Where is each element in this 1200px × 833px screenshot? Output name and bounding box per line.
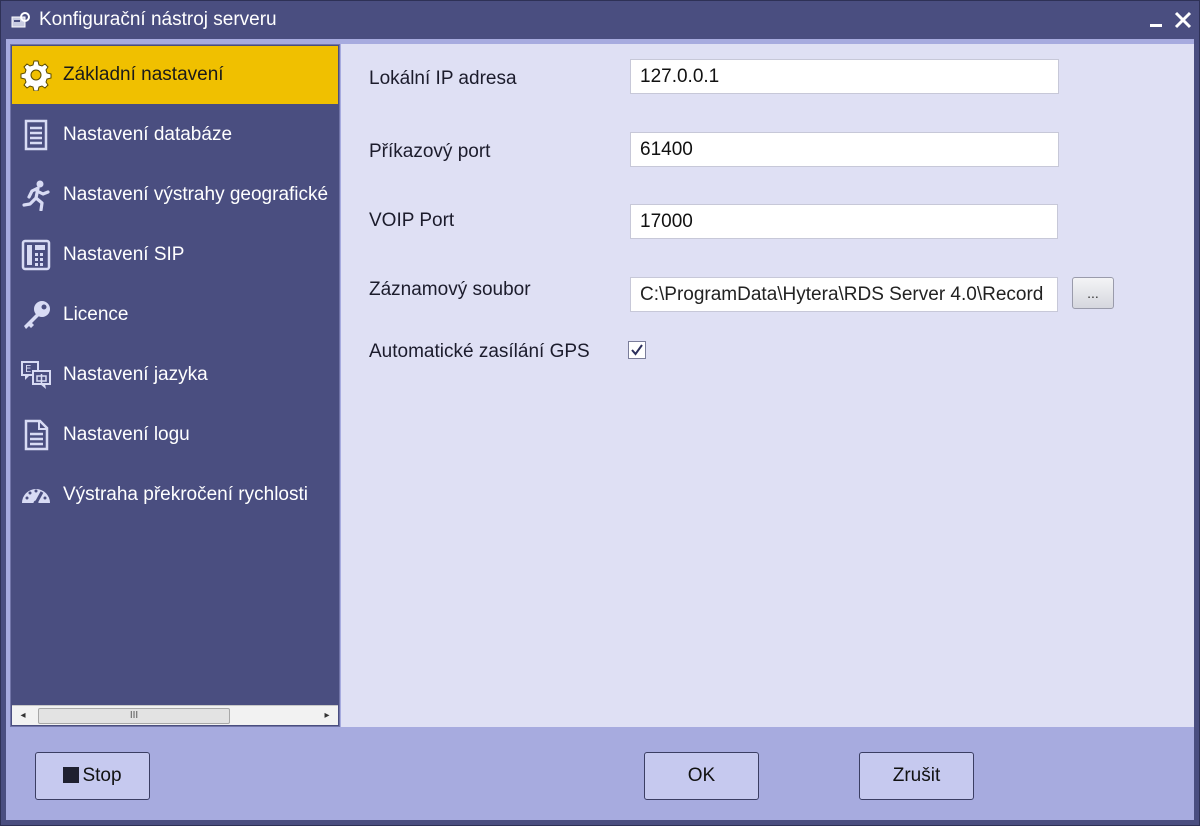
language-icon: E [21, 361, 51, 389]
stop-icon [63, 767, 80, 783]
sidebar-item-log-settings[interactable]: Nastavení logu [12, 406, 338, 464]
minimize-icon [1150, 24, 1162, 27]
window-body: Základní nastavení Nastavení databáze Na… [6, 39, 1194, 820]
config-window: Konfigurační nástroj serveru Základní na… [0, 0, 1200, 826]
checkmark-icon [631, 344, 643, 356]
database-icon [24, 119, 48, 151]
scrollbar-thumb[interactable]: III [38, 708, 230, 724]
sidebar-item-label: Licence [63, 304, 129, 325]
close-icon [1174, 11, 1192, 29]
auto-gps-label: Automatické zasílání GPS [369, 341, 590, 362]
browse-button[interactable]: ... [1072, 277, 1114, 309]
sidebar-item-label: Nastavení databáze [63, 124, 233, 145]
record-file-label: Záznamový soubor [369, 279, 531, 300]
cancel-button[interactable]: Zrušit [859, 752, 974, 800]
sidebar-item-language-settings[interactable]: E Nastavení jazyka [12, 346, 338, 404]
settings-panel: Lokální IP adresa Příkazový port VOIP Po… [341, 44, 1194, 727]
scroll-right-icon[interactable]: ▸ [316, 706, 338, 726]
svg-text:E: E [25, 364, 31, 375]
sidebar-item-database-settings[interactable]: Nastavení databáze [12, 106, 338, 164]
sidebar-item-label: Nastavení logu [63, 424, 190, 445]
settings-sidebar: Základní nastavení Nastavení databáze Na… [10, 44, 340, 727]
command-port-input[interactable] [630, 132, 1059, 167]
scroll-left-icon[interactable]: ◂ [12, 706, 34, 726]
voip-port-label: VOIP Port [369, 210, 455, 231]
speedometer-icon [22, 489, 50, 506]
stop-button[interactable]: Stop [35, 752, 150, 800]
close-button[interactable] [1171, 7, 1195, 33]
record-file-path[interactable]: C:\ProgramData\Hytera\RDS Server 4.0\Rec… [630, 277, 1058, 312]
local-ip-input[interactable] [630, 59, 1059, 94]
voip-port-input[interactable] [630, 204, 1058, 239]
key-icon [24, 301, 50, 329]
sidebar-item-sip-settings[interactable]: Nastavení SIP [12, 226, 338, 284]
sidebar-item-label: Základní nastavení [63, 64, 224, 85]
sidebar-horizontal-scrollbar[interactable]: ◂ III ▸ [12, 705, 338, 725]
sidebar-item-label: Nastavení výstrahy geografické [63, 184, 329, 205]
sidebar-item-geofence-alert[interactable]: Nastavení výstrahy geografické [12, 166, 338, 224]
gear-icon [20, 60, 52, 91]
stop-button-label: Stop [82, 765, 122, 786]
ok-button[interactable]: OK [644, 752, 759, 800]
title-bar: Konfigurační nástroj serveru [1, 1, 1199, 39]
document-icon [24, 419, 49, 451]
app-tools-icon [11, 12, 30, 28]
window-title: Konfigurační nástroj serveru [39, 9, 277, 30]
sidebar-item-license[interactable]: Licence [12, 286, 338, 344]
running-person-icon [22, 180, 50, 211]
sidebar-item-label: Nastavení jazyka [63, 364, 208, 385]
phone-icon [21, 239, 51, 271]
local-ip-label: Lokální IP adresa [369, 68, 517, 89]
auto-gps-checkbox[interactable] [628, 341, 646, 359]
sidebar-item-label: Výstraha překročení rychlosti [63, 484, 308, 505]
command-port-label: Příkazový port [369, 141, 491, 162]
sidebar-item-basic-settings[interactable]: Základní nastavení [12, 46, 338, 104]
minimize-button[interactable] [1144, 7, 1168, 33]
sidebar-item-label: Nastavení SIP [63, 244, 185, 265]
sidebar-item-speed-alert[interactable]: Výstraha překročení rychlosti [12, 466, 338, 524]
